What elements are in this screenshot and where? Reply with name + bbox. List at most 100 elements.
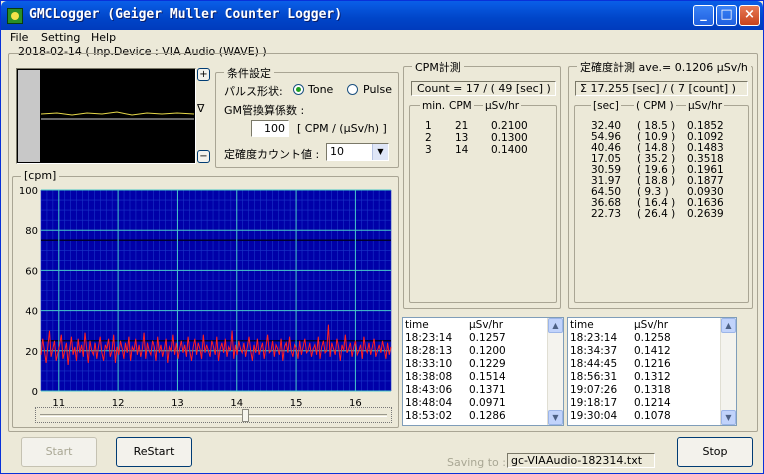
- y-tick-label: 100: [19, 186, 38, 197]
- stop-button[interactable]: Stop: [677, 437, 753, 467]
- log-row-value: 0.1078: [634, 410, 671, 422]
- log-row-time: 19:07:26: [570, 384, 618, 396]
- slider-thumb[interactable]: [242, 409, 249, 422]
- log-row-value: 0.1514: [469, 371, 506, 383]
- log-row-value: 0.1412: [634, 345, 671, 357]
- menu-setting[interactable]: Setting: [41, 31, 80, 44]
- log-row-time: 18:43:06: [405, 384, 453, 396]
- log-row-time: 18:56:31: [570, 371, 618, 383]
- precision-header-usv: μSv/hr: [686, 100, 725, 112]
- count-value-select[interactable]: 10 ▼: [326, 143, 389, 161]
- log-right-scrollbar[interactable]: ▲ ▼: [720, 318, 736, 425]
- radiation-icon: [7, 8, 23, 24]
- cpm-chart: 02040608010011 12 13 14 15 16: [19, 186, 392, 409]
- chart-scroll-slider[interactable]: [35, 407, 392, 423]
- window-title: GMCLogger (Geiger Muller Counter Logger): [29, 7, 343, 22]
- cpm-header-min: min.: [420, 100, 448, 112]
- scroll-down-icon[interactable]: ▼: [548, 410, 563, 425]
- log-row-time: 18:23:14: [405, 332, 453, 344]
- waveform-scope: [16, 68, 196, 164]
- scroll-up-icon[interactable]: ▲: [548, 318, 563, 333]
- maximize-button[interactable]: □: [716, 5, 737, 26]
- log-row-value: 0.1229: [469, 358, 506, 370]
- cpm-cell: 0.1400: [491, 144, 528, 156]
- log-row-value: 0.0971: [469, 397, 506, 409]
- saving-file: gc-VIAAudio-182314.txt: [507, 453, 655, 468]
- gm-factor-label: GM管換算係数 :: [224, 104, 305, 117]
- tone-radio[interactable]: [293, 84, 304, 95]
- log-list-left[interactable]: time μSv/hr 18:23:14 0.1257 18:28:13 0.1200…: [402, 317, 564, 426]
- precision-title: 定確度計測 ave.= 0.1206 μSv/h: [577, 59, 751, 75]
- log-row-value: 0.1216: [634, 358, 671, 370]
- y-tick-label: 80: [25, 226, 38, 237]
- precision-cell: ( 26.4 ): [637, 208, 676, 220]
- app-window: GMCLogger (Geiger Muller Counter Logger)…: [0, 0, 764, 474]
- cpm-cell: 14: [455, 144, 469, 156]
- title-bar[interactable]: GMCLogger (Geiger Muller Counter Logger)…: [1, 1, 763, 30]
- precision-header-sec: [sec]: [591, 100, 621, 112]
- cpm-cell: 0.1300: [491, 132, 528, 144]
- log-row-time: 19:30:04: [570, 410, 618, 422]
- scroll-up-icon[interactable]: ▲: [721, 318, 736, 333]
- scope-zoom-out-button[interactable]: −: [197, 150, 210, 163]
- pulse-radio-label[interactable]: Pulse: [363, 83, 392, 96]
- log-right-header-usv: μSv/hr: [634, 319, 669, 331]
- log-list-right[interactable]: time μSv/hr 18:23:14 0.1258 18:34:37 0.1412…: [567, 317, 737, 426]
- log-row-value: 0.1318: [634, 384, 671, 396]
- log-row-time: 18:38:08: [405, 371, 453, 383]
- minimize-button[interactable]: _: [693, 5, 714, 26]
- log-row-time: 18:33:10: [405, 358, 453, 370]
- gm-factor-unit: [ CPM / (μSv/h) ]: [297, 122, 387, 135]
- chevron-down-icon[interactable]: ▼: [372, 144, 388, 160]
- log-row-time: 19:18:17: [570, 397, 618, 409]
- log-row-time: 18:48:04: [405, 397, 453, 409]
- close-button[interactable]: ×: [739, 5, 760, 26]
- log-row-time: 18:34:37: [570, 345, 618, 357]
- y-tick-label: 60: [25, 266, 38, 277]
- count-value-selected: 10: [330, 145, 344, 158]
- log-row-value: 0.1258: [634, 332, 671, 344]
- menu-help[interactable]: Help: [91, 31, 116, 44]
- precision-sum-display: Σ 17.255 [sec] / ( 7 [count] ): [575, 81, 748, 96]
- log-row-value: 0.1371: [469, 384, 506, 396]
- precision-cell: 22.73: [591, 208, 622, 220]
- log-row-time: 18:23:14: [570, 332, 618, 344]
- start-button[interactable]: Start: [21, 437, 97, 467]
- cpm-cell: 21: [455, 120, 469, 132]
- log-row-value: 0.1286: [469, 410, 506, 422]
- scope-zoom-in-button[interactable]: +: [197, 68, 210, 81]
- cpm-count-display: Count = 17 / ( 49 [sec] ): [411, 81, 556, 96]
- menu-file[interactable]: File: [10, 31, 28, 44]
- log-left-scrollbar[interactable]: ▲ ▼: [547, 318, 563, 425]
- scope-marker-icon: ∇: [197, 102, 205, 115]
- log-row-time: 18:44:45: [570, 358, 618, 370]
- log-right-header-time: time: [570, 319, 594, 331]
- saving-label: Saving to :: [447, 456, 506, 469]
- cpm-cell: 13: [455, 132, 469, 144]
- slider-track: [40, 414, 387, 417]
- cpm-header-usv: μSv/hr: [483, 100, 522, 112]
- cpm-cell: 3: [425, 144, 432, 156]
- log-left-header-time: time: [405, 319, 429, 331]
- tone-radio-label[interactable]: Tone: [308, 83, 333, 96]
- cpm-title: CPM計測: [412, 59, 464, 75]
- log-row-value: 0.1200: [469, 345, 506, 357]
- pulse-radio[interactable]: [347, 84, 358, 95]
- pulse-shape-label: パルス形状:: [224, 85, 283, 98]
- cpm-header-cpm: CPM: [447, 100, 474, 112]
- precision-header-cpm: ( CPM ): [634, 100, 676, 112]
- log-row-value: 0.1257: [469, 332, 506, 344]
- scroll-down-icon[interactable]: ▼: [721, 410, 736, 425]
- log-left-header-usv: μSv/hr: [469, 319, 504, 331]
- waveform-trace: [40, 111, 195, 120]
- restart-button[interactable]: ReStart: [116, 437, 192, 467]
- log-row-time: 18:53:02: [405, 410, 453, 422]
- y-tick-label: 0: [32, 387, 38, 398]
- gm-factor-input[interactable]: 100: [251, 120, 289, 137]
- log-row-value: 0.1312: [634, 371, 671, 383]
- cpm-cell: 0.2100: [491, 120, 528, 132]
- precision-cell: 0.2639: [687, 208, 724, 220]
- cpm-cell: 1: [425, 120, 432, 132]
- log-row-time: 18:28:13: [405, 345, 453, 357]
- y-tick-label: 20: [25, 347, 38, 358]
